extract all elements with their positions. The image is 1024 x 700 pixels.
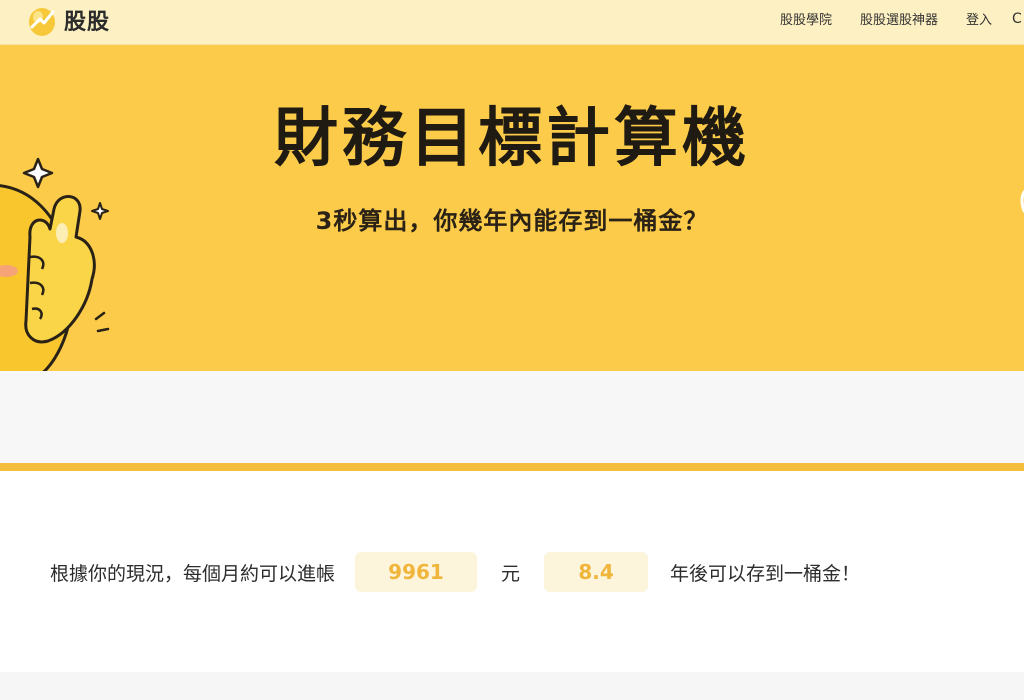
result-suffix-text: 年後可以存到一桶金！ [670,562,861,585]
egg-logo-icon [26,3,58,37]
main-nav: 股股學院 股股選股神器 登入 C [752,0,1024,36]
decorative-illustration [1016,185,1024,219]
years-value: 8.4 [544,552,649,592]
content-spacer [0,371,1024,463]
result-summary: 根據你的現況，每個月約可以進帳 9961 元 8.4 年後可以存到一桶金！ [50,551,860,593]
top-navigation-bar: 股股 股股學院 股股選股神器 登入 C [0,0,1024,45]
footer-band [0,672,1024,700]
page-subtitle: 3秒算出，你幾年內能存到一桶金？ [315,207,709,235]
nav-overflow-item[interactable]: C [1012,11,1024,25]
result-prefix-text: 根據你的現況，每個月約可以進帳 [50,562,336,585]
logo-text: 股股 [64,10,111,35]
currency-unit: 元 [501,562,521,585]
page-title: 財務目標計算機 [274,102,750,176]
nav-item-login[interactable]: 登入 [966,9,992,28]
hero-banner: 財務目標計算機 3秒算出，你幾年內能存到一桶金？ [0,45,1024,371]
monthly-income-value: 9961 [355,552,478,592]
nav-item-academy[interactable]: 股股學院 [780,9,832,28]
nav-item-stock-picker[interactable]: 股股選股神器 [860,9,938,28]
section-divider [0,463,1024,471]
site-logo[interactable]: 股股 [26,2,110,38]
